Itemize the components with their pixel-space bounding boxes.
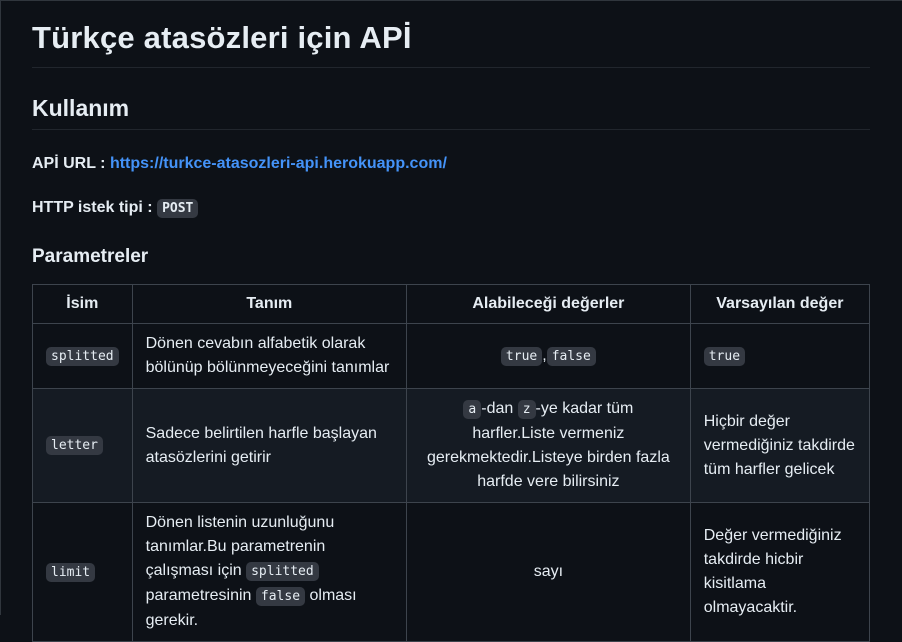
http-method-label: HTTP istek tipi : [32,199,158,216]
table-row: splitted Dönen cevabın alfabetik olarak … [32,323,871,389]
api-url-link[interactable]: https://turkce-atasozleri-api.herokuapp.… [110,155,447,172]
cell-description: Dönen listenin uzunluğunu tanımlar.Bu pa… [131,502,408,642]
cell-default: Değer vermediğiniz takdirde hicbir kisit… [689,502,871,642]
table-row: limit Dönen listenin uzunluğunu tanımlar… [32,502,871,642]
cell-name: letter [32,388,133,503]
table-header-row: İsim Tanım Alabileceği değerler Varsayıl… [32,284,871,324]
param-name-code: splitted [46,346,119,366]
cell-values: a -dan z -ye kadar tüm harfler.Liste verme… [406,388,691,503]
title-divider [32,67,870,68]
window-left-border [0,0,1,615]
param-name-code: letter [46,436,103,455]
value-text: -dan [481,400,518,417]
default-code: true [703,346,746,366]
header-name: İsim [32,284,133,324]
usage-divider [32,129,870,130]
value-code: a [463,400,482,419]
table-row: letter Sadece belirtilen harfle başlayan… [32,388,871,503]
cell-values: true, false [406,323,691,389]
cell-description: Dönen cevabın alfabetik olarak bölünüp b… [131,323,408,389]
description-code: false [255,587,306,606]
cell-description: Sadece belirtilen harfle başlayan atasöz… [131,388,408,503]
window-top-border [0,0,902,1]
value-code: false [546,346,596,366]
parameters-table: İsim Tanım Alabileceği değerler Varsayıl… [32,284,871,642]
cell-values: sayı [406,502,691,642]
page-title: Türkçe atasözleri için APİ [32,20,412,55]
parameters-heading: Parametreler [32,246,149,267]
http-method-code: POST [157,199,199,218]
header-description: Tanım [131,284,408,324]
cell-name: splitted [32,323,133,389]
header-default: Varsayılan değer [689,284,871,324]
value-code: true [500,346,543,366]
cell-default: true [689,323,871,389]
api-url-line: APİ URL : https://turkce-atasozleri-api.… [32,155,447,173]
description-text: parametresinin [145,587,256,604]
header-values: Alabileceği değerler [406,284,691,324]
param-name-code: limit [46,562,96,582]
http-method-line: HTTP istek tipi : POST [32,199,199,218]
cell-name: limit [32,502,133,642]
description-code: splitted [246,562,319,581]
usage-heading: Kullanım [32,95,130,121]
value-code: z [517,400,536,419]
cell-default: Hiçbir değer vermediğiniz takdirde tüm h… [689,388,871,503]
api-url-label: APİ URL : [32,155,110,172]
